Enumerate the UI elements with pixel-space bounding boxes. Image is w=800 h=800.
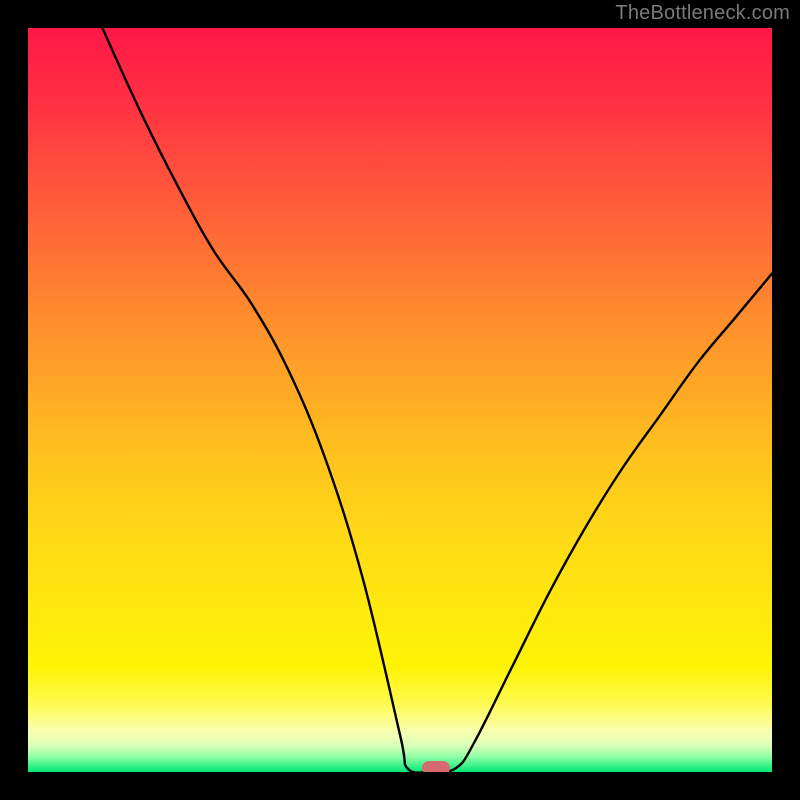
- plot-area: [28, 28, 772, 772]
- chart-frame: TheBottleneck.com: [0, 0, 800, 800]
- optimal-point-marker: [422, 761, 450, 772]
- bottleneck-curve: [28, 28, 772, 772]
- watermark-text: TheBottleneck.com: [615, 2, 790, 25]
